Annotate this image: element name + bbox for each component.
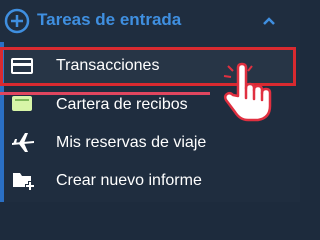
pointer-hand-icon <box>223 62 272 122</box>
new-report-icon <box>13 173 35 191</box>
sidebar-panel: Tareas de entrada Transacciones Cartera … <box>0 0 300 202</box>
chevron-up-icon[interactable] <box>262 16 276 26</box>
menu-item-label: Cartera de recibos <box>56 96 188 113</box>
section-title: Tareas de entrada <box>37 10 182 29</box>
menu-item-label: Crear nuevo informe <box>56 172 202 189</box>
card-icon <box>11 58 33 74</box>
section-header[interactable]: Tareas de entrada <box>0 0 300 42</box>
menu-item-mis-reservas-de-viaje[interactable]: Mis reservas de viaje <box>0 123 300 161</box>
menu-item-crear-nuevo-informe[interactable]: Crear nuevo informe <box>0 161 300 199</box>
plus-circle-icon <box>4 8 30 34</box>
receipt-wallet-icon <box>12 96 32 111</box>
menu-item-label: Transacciones <box>56 57 160 74</box>
menu-item-label: Mis reservas de viaje <box>56 134 207 151</box>
airplane-icon <box>12 133 34 152</box>
